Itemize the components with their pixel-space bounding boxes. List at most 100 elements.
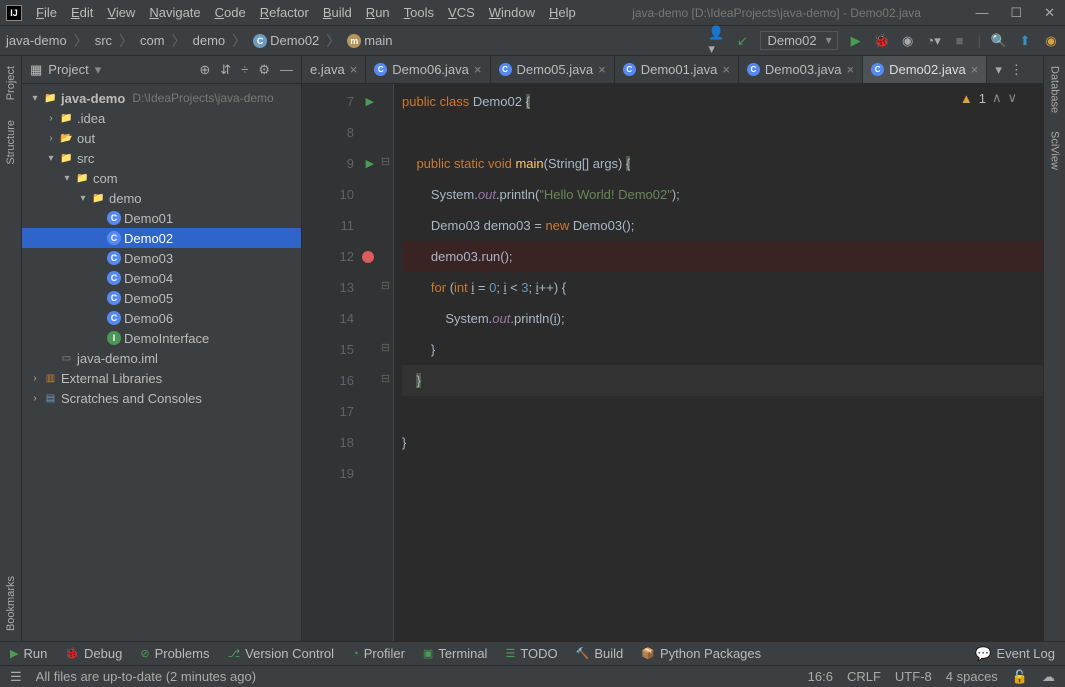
hide-panel-icon[interactable]: — [280, 62, 293, 78]
tab-Demo03-java[interactable]: CDemo03.java× [739, 56, 863, 83]
prev-highlight-icon[interactable]: ∧ [992, 90, 1002, 106]
tool-tab-sciview[interactable]: SciView [1047, 127, 1063, 174]
fold-toggle[interactable] [378, 208, 393, 239]
fold-toggle[interactable]: ⊟ [378, 146, 393, 177]
menu-build[interactable]: Build [317, 3, 358, 22]
fold-toggle[interactable]: ⊟ [378, 270, 393, 301]
profile-button[interactable]: ◔▾ [926, 33, 942, 49]
tab-Demo05-java[interactable]: CDemo05.java× [491, 56, 615, 83]
code-line-11[interactable]: Demo03 demo03 = new Demo03(); [402, 210, 1043, 241]
tool-tab-structure[interactable]: Structure [3, 116, 19, 169]
bottom-run[interactable]: ▶Run [10, 646, 47, 661]
maximize-button[interactable]: ☐ [1006, 5, 1026, 21]
bottom-version-control[interactable]: ⎇Version Control [227, 646, 334, 661]
tree-src[interactable]: ▾📁src [22, 148, 301, 168]
tree-iml[interactable]: ▭java-demo.iml [22, 348, 301, 368]
breakpoint-icon[interactable] [362, 251, 374, 263]
run-button[interactable]: ▶ [848, 33, 864, 49]
code-area[interactable]: public class Demo02 { public static void… [394, 84, 1043, 641]
bottom-debug[interactable]: 🐞Debug [65, 646, 122, 661]
menu-file[interactable]: File [30, 3, 63, 22]
tree-idea[interactable]: ›📁.idea [22, 108, 301, 128]
code-line-7[interactable]: public class Demo02 { [402, 86, 1043, 117]
fold-toggle[interactable] [378, 84, 393, 115]
code-line-16[interactable]: } [402, 365, 1043, 396]
next-highlight-icon[interactable]: ∨ [1007, 90, 1017, 106]
chevron-down-icon[interactable]: ▾ [95, 62, 102, 78]
close-tab-icon[interactable]: × [350, 62, 358, 77]
code-line-13[interactable]: for (int i = 0; i < 3; i++) { [402, 272, 1043, 303]
menu-view[interactable]: View [101, 3, 141, 22]
breadcrumb-demo02[interactable]: CDemo02 [253, 33, 319, 48]
fold-toggle[interactable] [378, 115, 393, 146]
menu-tools[interactable]: Tools [398, 3, 440, 22]
tree-class-demo02[interactable]: CDemo02 [22, 228, 301, 248]
code-line-9[interactable]: public static void main(String[] args) { [402, 148, 1043, 179]
fold-column[interactable]: ⊟⊟⊟⊟ [378, 84, 394, 641]
coverage-button[interactable]: ◉ [900, 33, 916, 49]
fold-toggle[interactable] [378, 301, 393, 332]
tool-tab-database[interactable]: Database [1047, 62, 1063, 117]
bottom-todo[interactable]: ☰TODO [505, 646, 557, 661]
line-gutter[interactable]: 7▶89▶10111213141516171819 [302, 84, 378, 641]
close-tab-icon[interactable]: × [722, 62, 730, 77]
debug-button[interactable]: 🐞 [874, 33, 890, 49]
close-button[interactable]: ✕ [1040, 5, 1059, 21]
sync-icon[interactable]: ↙ [734, 33, 750, 49]
breadcrumb-java-demo[interactable]: java-demo [6, 33, 67, 48]
menu-navigate[interactable]: Navigate [143, 3, 206, 22]
fold-toggle[interactable] [378, 177, 393, 208]
code-line-15[interactable]: } [402, 334, 1043, 365]
tree-demo[interactable]: ▾📁demo [22, 188, 301, 208]
bottom-build[interactable]: 🔨Build [576, 646, 624, 661]
menu-refactor[interactable]: Refactor [254, 3, 315, 22]
breadcrumb-com[interactable]: com [140, 33, 165, 48]
tree-external-libs[interactable]: ›▥External Libraries [22, 368, 301, 388]
fold-toggle[interactable]: ⊟ [378, 332, 393, 363]
menu-window[interactable]: Window [483, 3, 541, 22]
collapse-all-icon[interactable]: ÷ [241, 62, 248, 78]
tool-tab-project[interactable]: Project [3, 62, 19, 104]
bottom-terminal[interactable]: ▣Terminal [423, 646, 488, 661]
tree-com[interactable]: ▾📁com [22, 168, 301, 188]
code-line-12[interactable]: demo03.run(); [402, 241, 1043, 272]
stop-button[interactable]: ■ [952, 33, 968, 49]
tree-out[interactable]: ›📂out [22, 128, 301, 148]
fold-toggle[interactable] [378, 239, 393, 270]
tree-root[interactable]: ▾📁java-demoD:\IdeaProjects\java-demo [22, 88, 301, 108]
fold-toggle[interactable]: ⊟ [378, 363, 393, 394]
fold-toggle[interactable] [378, 425, 393, 456]
menu-edit[interactable]: Edit [65, 3, 99, 22]
close-tab-icon[interactable]: × [598, 62, 606, 77]
project-panel-title[interactable]: Project [48, 62, 88, 77]
close-tab-icon[interactable]: × [971, 62, 979, 77]
run-config-selector[interactable]: Demo02 [760, 31, 837, 50]
code-line-8[interactable] [402, 117, 1043, 148]
tree-scratches[interactable]: ›▤Scratches and Consoles [22, 388, 301, 408]
run-gutter-icon[interactable]: ▶ [366, 157, 374, 170]
menu-help[interactable]: Help [543, 3, 582, 22]
ide-settings-icon[interactable]: ◉ [1043, 33, 1059, 49]
tree-interface[interactable]: IDemoInterface [22, 328, 301, 348]
code-line-19[interactable] [402, 458, 1043, 489]
close-tab-icon[interactable]: × [847, 62, 855, 77]
search-everywhere-icon[interactable]: 🔍 [991, 33, 1007, 49]
run-gutter-icon[interactable]: ▶ [366, 95, 374, 108]
minimize-button[interactable]: — [971, 5, 992, 21]
tab-e-java[interactable]: e.java× [302, 56, 366, 83]
inspection-widget[interactable]: ▲ 1 ∧ ∨ [960, 90, 1017, 106]
breadcrumb-demo[interactable]: demo [193, 33, 226, 48]
code-line-14[interactable]: System.out.println(i); [402, 303, 1043, 334]
tab-Demo01-java[interactable]: CDemo01.java× [615, 56, 739, 83]
tab-dropdown-icon[interactable]: ▾ [995, 62, 1002, 78]
menu-code[interactable]: Code [209, 3, 252, 22]
breadcrumb-main[interactable]: mmain [347, 33, 392, 48]
bottom-profiler[interactable]: ◔Profiler [352, 646, 405, 661]
tab-Demo06-java[interactable]: CDemo06.java× [366, 56, 490, 83]
bottom-python-packages[interactable]: 📦Python Packages [641, 646, 761, 661]
menu-run[interactable]: Run [360, 3, 396, 22]
tab-more-icon[interactable]: ⋮ [1010, 62, 1023, 78]
tree-class-demo03[interactable]: CDemo03 [22, 248, 301, 268]
settings-icon[interactable]: ⚙ [258, 62, 270, 78]
tab-Demo02-java[interactable]: CDemo02.java× [863, 56, 987, 83]
